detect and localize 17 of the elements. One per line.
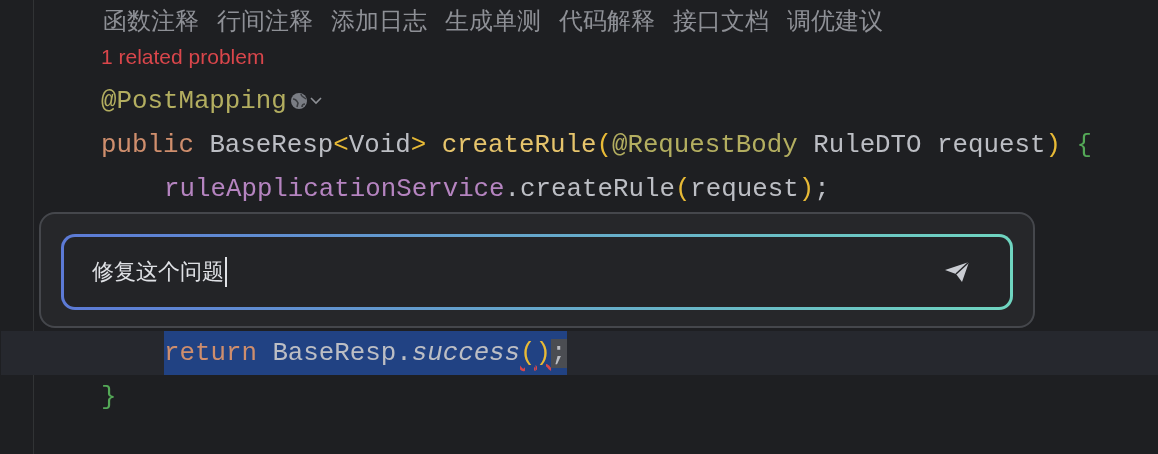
code-line: } — [101, 381, 117, 414]
action-link[interactable]: 函数注释 — [103, 5, 199, 37]
globe-icon[interactable] — [288, 91, 309, 111]
code-line: public BaseResp<Void> createRule(@RequestBody RuleDTO request) { — [101, 129, 1092, 162]
code-line: @PostMapping — [101, 85, 287, 118]
problem-link[interactable]: 1 related problem — [101, 45, 265, 68]
action-link[interactable]: 代码解释 — [559, 5, 655, 37]
action-link[interactable]: 调优建议 — [787, 5, 883, 37]
action-link[interactable]: 添加日志 — [331, 5, 427, 37]
chevron-down-icon[interactable] — [309, 97, 322, 105]
action-link[interactable]: 生成单测 — [445, 5, 541, 37]
code-line: ruleApplicationService.createRule(request); — [164, 173, 830, 206]
action-link[interactable]: 接口文档 — [673, 5, 769, 37]
send-icon[interactable] — [944, 261, 970, 283]
action-link[interactable]: 行间注释 — [217, 5, 313, 37]
prompt-input[interactable]: 修复这个问题 — [61, 234, 1013, 310]
text-cursor — [225, 257, 227, 287]
